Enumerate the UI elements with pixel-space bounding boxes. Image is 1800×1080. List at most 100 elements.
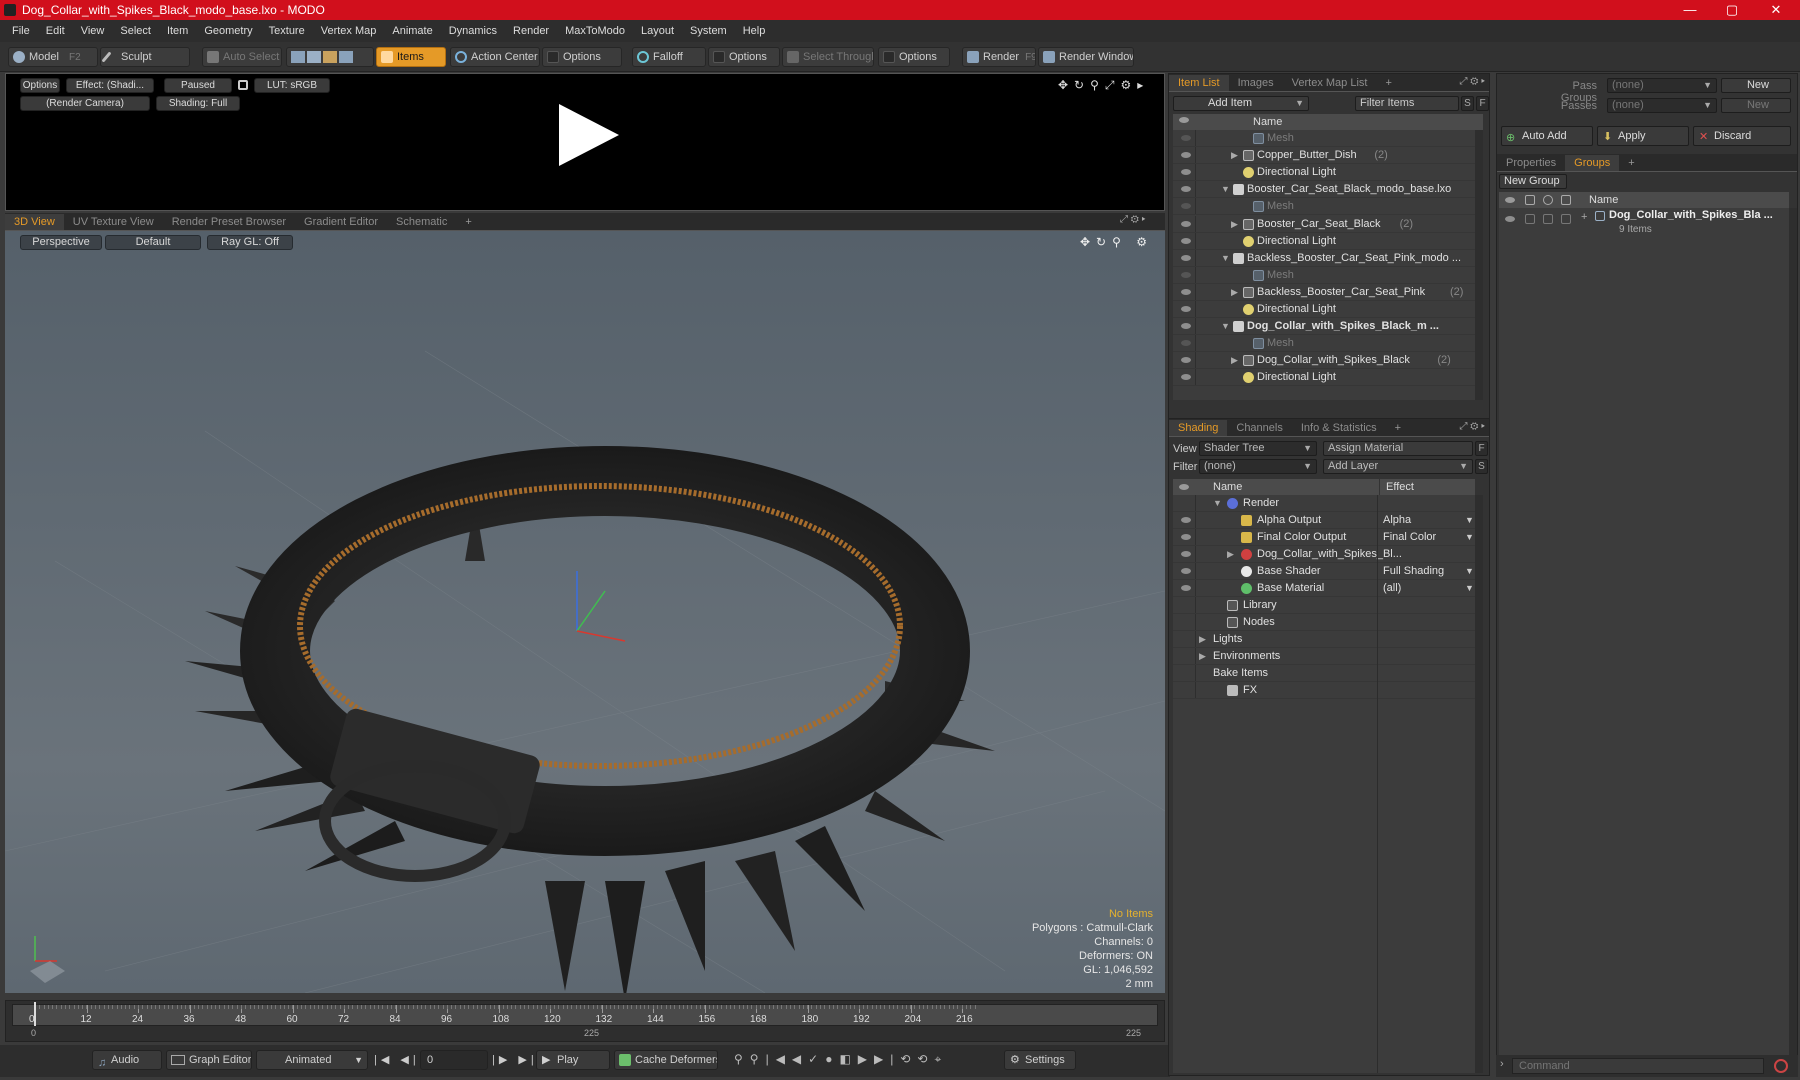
menu-vertex-map[interactable]: Vertex Map xyxy=(313,25,385,37)
item-row[interactable]: Mesh xyxy=(1173,130,1475,147)
expand-icon[interactable]: ▶ xyxy=(1199,631,1206,647)
tab-[interactable]: + xyxy=(1376,75,1400,91)
tab-groups[interactable]: Groups xyxy=(1565,155,1620,171)
shader-tree-scrollbar[interactable] xyxy=(1475,495,1483,1073)
menu-system[interactable]: System xyxy=(682,25,735,37)
play-button[interactable]: ▶ Play xyxy=(536,1050,610,1070)
audio-button[interactable]: ♫ Audio xyxy=(92,1050,162,1070)
eye-icon[interactable] xyxy=(1181,203,1191,210)
expand-icon[interactable]: ▶ xyxy=(1231,147,1238,163)
render-window-button[interactable]: Render Window xyxy=(1038,47,1134,67)
close-button[interactable]: ✕ xyxy=(1756,0,1796,20)
item-row[interactable]: Mesh xyxy=(1173,335,1475,353)
menu-select[interactable]: Select xyxy=(112,25,159,37)
tab-schematic[interactable]: Schematic xyxy=(387,214,456,230)
chevron-down-icon[interactable]: ▼ xyxy=(1465,580,1474,596)
menu-layout[interactable]: Layout xyxy=(633,25,682,37)
3d-viewport[interactable]: Perspective Default Ray GL: Off ✥↻⚲ ⚙ No… xyxy=(5,231,1165,993)
eye-icon[interactable] xyxy=(1181,186,1191,193)
item-row[interactable]: Directional Light xyxy=(1173,164,1475,182)
item-row[interactable]: Mesh xyxy=(1173,198,1475,216)
shading-dropdown[interactable]: Shading: Full xyxy=(156,96,240,111)
menu-item[interactable]: Item xyxy=(159,25,196,37)
pass-groups-dropdown[interactable]: (none) ▼ xyxy=(1607,78,1717,93)
model-mode-button[interactable]: Model F2 xyxy=(8,47,98,67)
shader-row[interactable]: Alpha Output Alpha ▼ xyxy=(1173,512,1475,529)
shader-row[interactable]: Bake Items xyxy=(1173,665,1475,682)
eye-icon[interactable] xyxy=(1181,551,1191,557)
expand-icon[interactable]: ▶ xyxy=(1227,546,1234,562)
menu-file[interactable]: File xyxy=(4,25,38,37)
polygons-icon[interactable] xyxy=(323,51,337,63)
apply-button[interactable]: ⬇ Apply xyxy=(1597,126,1689,146)
action-center-button[interactable]: Action Center xyxy=(450,47,540,67)
item-row[interactable]: Mesh xyxy=(1173,266,1475,284)
menu-animate[interactable]: Animate xyxy=(384,25,440,37)
add-layer-dropdown[interactable]: Add Layer ▼ xyxy=(1323,459,1473,474)
expand-icon[interactable]: ▶ xyxy=(1231,216,1238,232)
item-row[interactable]: Directional Light xyxy=(1173,232,1475,250)
tab-[interactable]: + xyxy=(1386,420,1410,436)
falloff-options-button[interactable]: Options xyxy=(708,47,780,67)
select-through-button[interactable]: Select Through xyxy=(782,47,874,67)
eye-icon[interactable] xyxy=(1181,568,1191,574)
eye-icon[interactable] xyxy=(1181,135,1191,141)
item-row[interactable]: Directional Light xyxy=(1173,369,1475,387)
skip-back-buttons[interactable]: |◀ ◀| xyxy=(374,1053,420,1066)
minimize-button[interactable]: — xyxy=(1670,0,1710,20)
item-row[interactable]: ▼ Booster_Car_Seat_Black_modo_base.lxo xyxy=(1173,181,1475,199)
shader-row[interactable]: Base Shader Full Shading ▼ xyxy=(1173,563,1475,580)
shader-row[interactable]: FX xyxy=(1173,682,1475,699)
eye-icon[interactable] xyxy=(1181,271,1191,278)
menu-render[interactable]: Render xyxy=(505,25,557,37)
action-center-options-button[interactable]: Options xyxy=(542,47,622,67)
materials-icon[interactable] xyxy=(339,51,353,63)
time-cursor[interactable] xyxy=(34,1002,36,1026)
preview-options-button[interactable]: Options xyxy=(20,78,60,93)
skip-forward-buttons[interactable]: |▶ ▶| xyxy=(492,1053,538,1066)
tab-gradient-editor[interactable]: Gradient Editor xyxy=(295,214,387,230)
shader-row[interactable]: ▼ Render xyxy=(1173,495,1475,512)
chevron-down-icon[interactable]: ▼ xyxy=(1465,512,1474,528)
menu-maxtomodo[interactable]: MaxToModo xyxy=(557,25,633,37)
shader-row[interactable]: Base Material (all) ▼ xyxy=(1173,580,1475,597)
tab-images[interactable]: Images xyxy=(1229,75,1283,91)
tab-vertex-map-list[interactable]: Vertex Map List xyxy=(1283,75,1377,91)
menu-texture[interactable]: Texture xyxy=(261,25,313,37)
play-icon[interactable] xyxy=(559,104,619,166)
assign-material-button[interactable]: Assign Material xyxy=(1323,441,1473,456)
cache-deformers-button[interactable]: Cache Deformers xyxy=(614,1050,718,1070)
filter-items-input[interactable]: Filter Items xyxy=(1355,96,1459,111)
item-row[interactable]: ▶ Copper_Butter_Dish (2) xyxy=(1173,147,1475,165)
new-group-button[interactable]: New Group xyxy=(1499,174,1567,189)
maximize-button[interactable]: ▢ xyxy=(1712,0,1752,20)
passes-dropdown[interactable]: (none) ▼ xyxy=(1607,98,1717,113)
menu-edit[interactable]: Edit xyxy=(38,25,73,37)
expand-icon[interactable]: ▶ xyxy=(1231,284,1238,300)
eye-icon[interactable] xyxy=(1181,534,1191,540)
render-button[interactable]: Render F9 xyxy=(962,47,1036,67)
shader-row[interactable]: Library xyxy=(1173,597,1475,614)
animated-dropdown[interactable]: Animated ▼ xyxy=(256,1050,368,1070)
item-row[interactable]: ▼ Dog_Collar_with_Spikes_Black_m ... xyxy=(1173,318,1475,336)
lock-icon[interactable] xyxy=(238,80,248,90)
preview-nav-icons[interactable]: ✥↻⚲⤢⚙▸ xyxy=(1058,78,1158,92)
tab-channels[interactable]: Channels xyxy=(1227,420,1291,436)
new-pass-button[interactable]: New xyxy=(1721,98,1791,113)
menu-dynamics[interactable]: Dynamics xyxy=(441,25,505,37)
eye-icon[interactable] xyxy=(1181,152,1191,159)
lut-dropdown[interactable]: LUT: sRGB xyxy=(254,78,330,93)
expand-icon[interactable]: + xyxy=(1581,211,1587,223)
shader-row[interactable]: Nodes xyxy=(1173,614,1475,631)
tab-uv-texture-view[interactable]: UV Texture View xyxy=(64,214,163,230)
shader-row[interactable]: ▶ Lights xyxy=(1173,631,1475,648)
vertices-icon[interactable] xyxy=(291,51,305,63)
eye-icon[interactable] xyxy=(1181,323,1191,330)
groups-scrollbar[interactable] xyxy=(1789,208,1797,1068)
lock-toggle-icon[interactable] xyxy=(1543,214,1553,224)
eye-icon[interactable] xyxy=(1181,517,1191,523)
eye-icon[interactable] xyxy=(1181,254,1191,261)
eye-icon[interactable] xyxy=(1181,288,1191,295)
sculpt-mode-button[interactable]: Sculpt xyxy=(100,47,190,67)
render-camera-dropdown[interactable]: (Render Camera) xyxy=(20,96,150,111)
